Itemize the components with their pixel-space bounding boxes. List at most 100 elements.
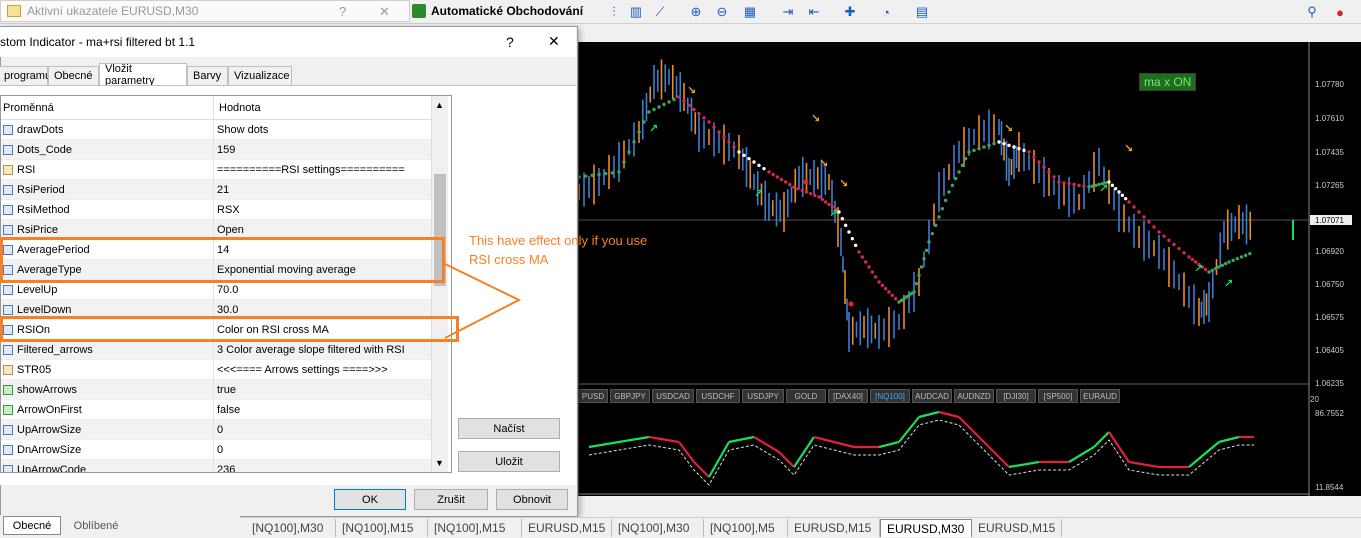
candle-chart-icon[interactable]: ▥ xyxy=(626,2,646,22)
search-icon[interactable]: ⚲ xyxy=(1302,2,1322,22)
notifications-icon[interactable]: ● xyxy=(1330,2,1350,22)
column-separator xyxy=(213,440,214,460)
ma-dot xyxy=(662,102,666,107)
chart-window-tab[interactable]: EURUSD,M30 xyxy=(880,519,972,537)
parameter-row-uparrowcode[interactable]: UpArrowCode 236 xyxy=(1,460,433,473)
symbol-tab[interactable]: [NQ100] xyxy=(870,389,910,403)
tab-general[interactable]: Obecné xyxy=(48,66,99,85)
auto-trading-button[interactable]: Automatické Obchodování xyxy=(412,0,583,22)
parameter-row-dots-code[interactable]: Dots_Code 159 xyxy=(1,140,433,160)
background-help-button[interactable]: ? xyxy=(339,4,346,19)
buy-arrow-icon: ↗ xyxy=(1099,182,1108,195)
column-separator xyxy=(213,460,214,472)
cancel-button[interactable]: Zrušit xyxy=(414,489,488,510)
indicators-icon[interactable]: ✚ xyxy=(840,2,860,22)
ma-dot xyxy=(1207,270,1211,274)
chart-window-tab[interactable]: [NQ100],M5 xyxy=(704,519,788,537)
symbol-tab[interactable]: AUDCAD xyxy=(912,389,952,403)
symbol-tab[interactable]: USDCAD xyxy=(652,389,694,403)
background-window-title[interactable]: Aktivní ukazatele EURUSD,M30 ? ✕ xyxy=(0,0,410,22)
parameter-value[interactable]: 3 Color average slope filtered with RSI xyxy=(217,344,405,356)
parameters-grid[interactable]: Proměnná Hodnota drawDots Show dots Dots_C… xyxy=(0,95,452,473)
ok-button[interactable]: OK xyxy=(334,489,406,510)
parameter-row-rsi[interactable]: RSI ==========RSI settings========== xyxy=(1,160,433,180)
tile-windows-icon[interactable]: ▦ xyxy=(740,2,760,22)
symbol-tab[interactable]: AUDNZD xyxy=(954,389,994,403)
ma-dot xyxy=(953,176,958,181)
symbol-tab[interactable]: GOLD xyxy=(786,389,826,403)
parameter-value[interactable]: false xyxy=(217,404,240,416)
parameter-value[interactable]: Open xyxy=(217,224,244,236)
column-separator xyxy=(213,340,214,360)
line-chart-icon[interactable]: ⟋ xyxy=(650,2,670,22)
chart-window-tab[interactable]: [NQ100],M15 xyxy=(336,519,428,537)
ma-dot xyxy=(937,215,941,219)
ma-dot xyxy=(1047,170,1051,174)
parameter-value[interactable]: 30.0 xyxy=(217,304,238,316)
load-button[interactable]: Načíst xyxy=(458,418,560,439)
ma-dot xyxy=(757,163,761,168)
parameter-value[interactable]: ==========RSI settings========== xyxy=(217,164,405,176)
navigator-tab-favorites[interactable]: Oblíbené xyxy=(66,516,126,535)
autoscroll-icon[interactable]: ⇤ xyxy=(804,2,824,22)
scroll-down-arrow-icon[interactable]: ▼ xyxy=(435,458,444,468)
parameter-value[interactable]: 0 xyxy=(217,444,223,456)
zoom-in-icon[interactable]: ⊕ xyxy=(686,2,706,22)
symbol-tab[interactable]: [SP500] xyxy=(1038,389,1078,403)
symbol-tab[interactable]: [DAX40] xyxy=(828,389,868,403)
tab-program[interactable]: programu xyxy=(0,66,51,85)
save-button[interactable]: Uložit xyxy=(458,451,560,472)
symbol-tab[interactable]: USDJPY xyxy=(742,389,784,403)
parameter-value[interactable]: RSX xyxy=(217,204,240,216)
parameter-row-rsimethod[interactable]: RsiMethod RSX xyxy=(1,200,433,220)
chart-shift-icon[interactable]: ⇥ xyxy=(778,2,798,22)
column-variable-header[interactable]: Proměnná xyxy=(3,102,54,114)
parameter-row-rsiperiod[interactable]: RsiPeriod 21 xyxy=(1,180,433,200)
chart-window-tab[interactable]: [NQ100],M15 xyxy=(428,519,522,537)
parameter-value[interactable]: 159 xyxy=(217,144,235,156)
parameter-row-levelup[interactable]: LevelUp 70.0 xyxy=(1,280,433,300)
parameter-row-dnarrowsize[interactable]: DnArrowSize 0 xyxy=(1,440,433,460)
parameter-value[interactable]: 70.0 xyxy=(217,284,238,296)
templates-icon[interactable]: ▤ xyxy=(912,2,932,22)
column-value-header[interactable]: Hodnota xyxy=(219,102,261,114)
chart-window-tab[interactable]: EURUSD,M15 xyxy=(522,519,612,537)
tab-colors[interactable]: Barvy xyxy=(187,66,228,85)
symbol-tab[interactable]: PUSD xyxy=(578,389,608,403)
column-separator xyxy=(213,160,214,180)
tab-input-parameters[interactable]: Vložit parametry xyxy=(99,63,187,87)
parameter-value[interactable]: true xyxy=(217,384,236,396)
parameter-row-drawdots[interactable]: drawDots Show dots xyxy=(1,120,433,140)
reset-button[interactable]: Obnovit xyxy=(496,489,568,510)
chart-window-tab[interactable]: [NQ100],M30 xyxy=(612,519,704,537)
symbol-tab[interactable]: [DJI30] xyxy=(996,389,1036,403)
ma-dot xyxy=(788,182,792,187)
parameter-value[interactable]: 236 xyxy=(217,464,235,473)
parameter-value[interactable]: Show dots xyxy=(217,124,268,136)
symbol-tab[interactable]: EURAUD xyxy=(1080,389,1120,403)
zoom-out-icon[interactable]: ⊖ xyxy=(712,2,732,22)
ma-dot xyxy=(967,150,971,154)
parameter-value[interactable]: <<<==== Arrows settings ====>>> xyxy=(217,364,388,376)
periods-icon[interactable]: ◔ xyxy=(876,2,896,22)
parameter-row-arrowonfirst[interactable]: ArrowOnFirst false xyxy=(1,400,433,420)
chart-window-tab[interactable]: [NQ100],M30 xyxy=(246,519,336,537)
chart-window[interactable]: ↘ ↘ ↘ ↘ ↘ ↘ ↗ ↗ ↗ ↗ ↗ ↗ 1.07780 1.07610 1.07435 1.07265… xyxy=(578,42,1361,496)
chart-window-tab[interactable]: EURUSD,M15 xyxy=(972,519,1062,537)
bar-chart-icon[interactable]: ⫶ xyxy=(604,2,624,22)
symbol-tab[interactable]: GBPJPY xyxy=(610,389,650,403)
dialog-help-button[interactable]: ? xyxy=(506,34,514,50)
symbol-tab[interactable]: USDCHF xyxy=(696,389,740,403)
dialog-close-button[interactable]: ✕ xyxy=(548,33,560,50)
navigator-tab-general[interactable]: Obecné xyxy=(3,516,61,535)
background-close-button[interactable]: ✕ xyxy=(379,4,390,20)
chart-window-tab[interactable]: EURUSD,M15 xyxy=(788,519,880,537)
parameter-row-filtered-arrows[interactable]: Filtered_arrows 3 Color average slope fil… xyxy=(1,340,433,360)
tab-visualization[interactable]: Vizualizace xyxy=(228,66,292,85)
parameter-value[interactable]: 21 xyxy=(217,184,229,196)
scroll-up-arrow-icon[interactable]: ▲ xyxy=(435,100,444,110)
parameter-row-str05[interactable]: STR05 <<<==== Arrows settings ====>>> xyxy=(1,360,433,380)
parameter-row-uparrowsize[interactable]: UpArrowSize 0 xyxy=(1,420,433,440)
parameter-row-showarrows[interactable]: showArrows true xyxy=(1,380,433,400)
parameter-value[interactable]: 0 xyxy=(217,424,223,436)
